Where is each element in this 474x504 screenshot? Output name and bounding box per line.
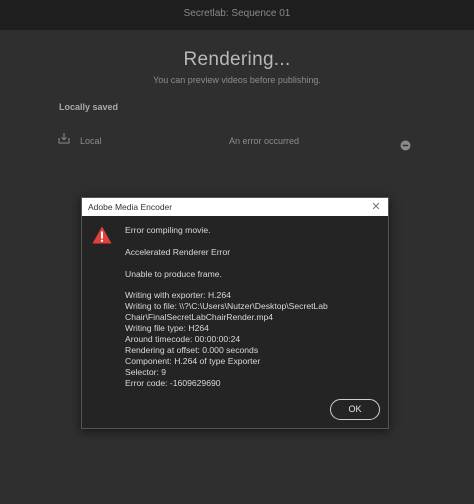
close-icon[interactable]: ✕	[370, 200, 382, 214]
message-line: Writing to file: \\?\C:\Users\Nutzer\Des…	[125, 301, 328, 312]
message-line: Writing file type: H264	[125, 323, 209, 334]
message-line: Around timecode: 00:00:00:24	[125, 334, 241, 345]
message-line: Unable to produce frame.	[125, 268, 222, 279]
dialog-title: Adobe Media Encoder	[88, 202, 173, 212]
locally-saved-heading: Locally saved	[59, 102, 119, 112]
message-line: Error code: -1609629690	[125, 377, 221, 388]
message-line: Selector: 9	[125, 366, 167, 377]
rendering-title: Rendering...	[183, 49, 291, 70]
local-destination-label: Local	[80, 136, 102, 146]
dialog-titlebar: Adobe Media Encoder ✕	[82, 198, 388, 216]
error-dialog: Adobe Media Encoder ✕ Error compiling mo…	[81, 197, 389, 429]
message-line: Accelerated Renderer Error	[125, 246, 231, 257]
local-status-text: An error occurred	[229, 136, 300, 146]
error-message: Error compiling movie. Accelerated Rende…	[125, 225, 385, 389]
window-title: Secretlab: Sequence 01	[183, 8, 291, 19]
message-line: Error compiling movie.	[125, 225, 211, 235]
message-line: Writing with exporter: H.264	[125, 290, 231, 301]
rendering-subtitle: You can preview videos before publishing…	[153, 75, 321, 85]
message-line: Rendering at offset: 0.000 seconds	[125, 344, 259, 355]
download-icon	[58, 133, 70, 144]
stop-icon[interactable]	[400, 140, 411, 151]
warning-icon	[92, 226, 112, 244]
top-bar: Secretlab: Sequence 01	[0, 0, 474, 30]
message-line: Chair\FinalSecretLabChairRender.mp4	[125, 312, 274, 323]
message-line: Component: H.264 of type Exporter	[125, 355, 261, 366]
ok-button[interactable]: OK	[330, 399, 380, 420]
